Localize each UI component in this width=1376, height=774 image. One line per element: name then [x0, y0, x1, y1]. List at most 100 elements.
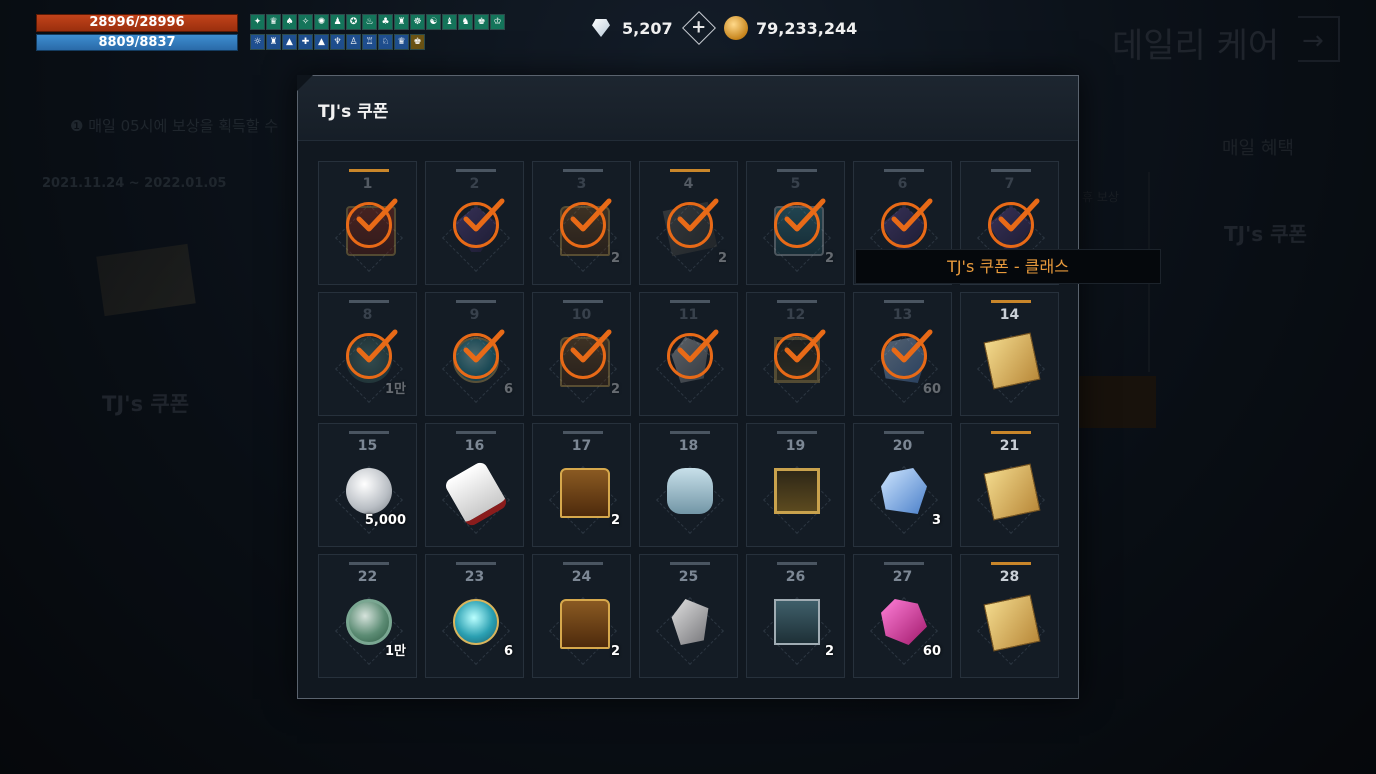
claimed-check-icon [774, 198, 826, 248]
buff-icon[interactable]: ♙ [346, 34, 361, 50]
buff-icon[interactable]: ♛ [394, 34, 409, 50]
day-number: 18 [678, 438, 699, 454]
reward-cell-day-3[interactable]: 32 [532, 161, 631, 285]
buff-icon[interactable]: ♜ [394, 14, 409, 30]
claimed-check-icon [667, 198, 719, 248]
reward-cell-day-10[interactable]: 10 2 [532, 292, 631, 416]
item-quantity: 2 [824, 644, 834, 659]
mp-bar: 8809/8837 [36, 34, 238, 51]
add-diamond-button[interactable]: + [681, 11, 716, 45]
mp-text: 8809/8837 [98, 35, 176, 50]
reward-cell-day-21[interactable]: 21 [960, 423, 1059, 547]
buff-icon[interactable]: ▲ [282, 34, 297, 50]
buff-icon[interactable]: ♛ [266, 14, 281, 30]
day-number: 16 [464, 438, 485, 454]
buff-icon[interactable]: ✚ [298, 34, 313, 50]
gold-currency: 79,233,244 [724, 16, 857, 40]
reward-cell-day-23[interactable]: 23 6 [425, 554, 524, 678]
buff-icon[interactable]: ✦ [250, 14, 265, 30]
diamond-icon [590, 17, 614, 39]
day-number: 10 [571, 307, 592, 323]
buff-icon[interactable]: ✪ [346, 14, 361, 30]
day-marker [456, 300, 496, 303]
buff-icon[interactable]: ♆ [330, 34, 345, 50]
day-marker [777, 562, 817, 565]
buff-icon[interactable]: ☼ [250, 34, 265, 50]
day-number: 14 [999, 307, 1020, 323]
reward-cell-day-17[interactable]: 17 2 [532, 423, 631, 547]
reward-cell-day-18[interactable]: 18 [639, 423, 738, 547]
ticket-icon [983, 332, 1041, 390]
day-marker [991, 300, 1031, 303]
reward-cell-day-22[interactable]: 22 1만 [318, 554, 417, 678]
item-quantity: 6 [503, 382, 513, 397]
modal-header: TJ's 쿠폰 [297, 75, 1078, 141]
day-marker [349, 431, 389, 434]
reward-cell-day-25[interactable]: 25 [639, 554, 738, 678]
day-number: 20 [892, 438, 913, 454]
buff-icon[interactable]: ♞ [458, 14, 473, 30]
reward-cell-day-1[interactable]: 1 [318, 161, 417, 285]
buff-icon[interactable]: ☸ [410, 14, 425, 30]
buff-icon[interactable]: ♠ [282, 14, 297, 30]
day-marker [884, 169, 924, 172]
day-marker [563, 431, 603, 434]
buff-icon[interactable]: ✧ [298, 14, 313, 30]
ticket-icon [983, 463, 1041, 521]
reward-cell-day-19[interactable]: 19 [746, 423, 845, 547]
day-marker [456, 431, 496, 434]
ticket-icon [983, 594, 1041, 652]
coupon-modal: TJ's 쿠폰 1 2 3 2 4 2 5 2 6 7 8 1만 9 6 10 2 11 12 13 60 14 15 5,… [297, 75, 1079, 699]
item-quantity: 2 [610, 251, 620, 266]
buff-icon[interactable]: ♜ [266, 34, 281, 50]
claimed-check-icon [881, 198, 933, 248]
day-marker [884, 431, 924, 434]
buff-icon[interactable]: ♘ [378, 34, 393, 50]
plus-icon: + [691, 17, 707, 38]
reward-cell-day-11[interactable]: 11 [639, 292, 738, 416]
item-quantity: 2 [824, 251, 834, 266]
claimed-check-icon [774, 329, 826, 379]
day-number: 13 [892, 307, 913, 323]
reward-cell-day-4[interactable]: 42 [639, 161, 738, 285]
buff-icon[interactable]: ✺ [314, 14, 329, 30]
day-marker [777, 169, 817, 172]
reward-cell-day-15[interactable]: 15 5,000 [318, 423, 417, 547]
reward-cell-day-13[interactable]: 13 60 [853, 292, 952, 416]
reward-cell-day-5[interactable]: 52 [746, 161, 845, 285]
day-marker [777, 431, 817, 434]
buff-icon[interactable]: ♚ [474, 14, 489, 30]
buff-icon[interactable]: ♔ [490, 14, 505, 30]
reward-cell-day-28[interactable]: 28 [960, 554, 1059, 678]
buff-icon[interactable]: ♚ [410, 34, 425, 50]
day-number: 6 [897, 176, 908, 192]
reward-cell-day-2[interactable]: 2 [425, 161, 524, 285]
buff-icon[interactable]: ♟ [330, 14, 345, 30]
card-icon [774, 468, 820, 514]
diamond-amount: 5,207 [622, 18, 673, 38]
reward-cell-day-16[interactable]: 16 [425, 423, 524, 547]
reward-cell-day-9[interactable]: 96 [425, 292, 524, 416]
item-quantity: 60 [922, 644, 941, 659]
reward-cell-day-20[interactable]: 20 3 [853, 423, 952, 547]
reward-cell-day-14[interactable]: 14 [960, 292, 1059, 416]
buff-icon[interactable]: ♖ [362, 34, 377, 50]
buff-icon[interactable]: ☯ [426, 14, 441, 30]
day-number: 22 [357, 569, 378, 585]
buff-icon[interactable]: ▲ [314, 34, 329, 50]
day-marker [670, 562, 710, 565]
reward-cell-day-27[interactable]: 27 60 [853, 554, 952, 678]
reward-cell-day-26[interactable]: 26 2 [746, 554, 845, 678]
buff-icon[interactable]: ♣ [378, 14, 393, 30]
day-number: 1 [362, 176, 373, 192]
buff-icon[interactable]: ♝ [442, 14, 457, 30]
gold-amount: 79,233,244 [756, 18, 858, 38]
day-number: 8 [362, 307, 373, 323]
diamond-currency: 5,207 + [590, 11, 716, 45]
claimed-check-icon [453, 329, 505, 379]
reward-cell-day-24[interactable]: 24 2 [532, 554, 631, 678]
buff-icon[interactable]: ♨ [362, 14, 377, 30]
reward-cell-day-12[interactable]: 12 [746, 292, 845, 416]
reward-cell-day-8[interactable]: 8 1만 [318, 292, 417, 416]
day-number: 25 [678, 569, 699, 585]
